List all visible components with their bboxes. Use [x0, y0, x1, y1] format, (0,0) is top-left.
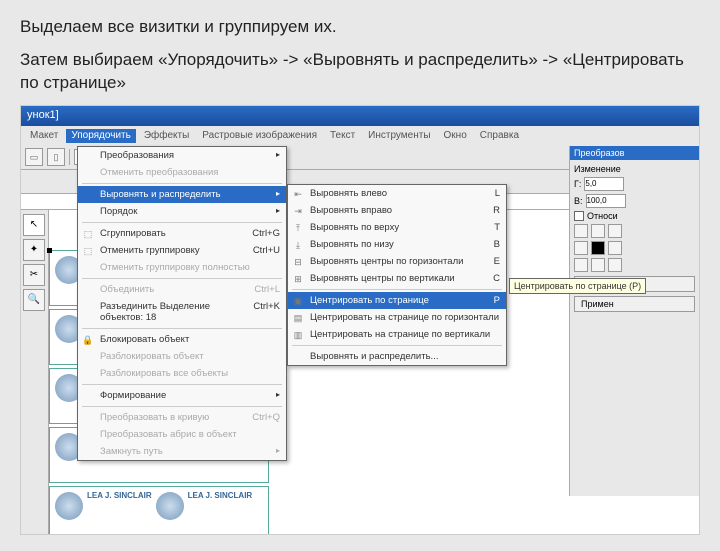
anchor-cell[interactable]: [591, 241, 605, 255]
align-top-icon: ⤒: [291, 222, 305, 236]
anchor-grid[interactable]: [574, 224, 695, 238]
menu-text[interactable]: Текст: [325, 129, 360, 143]
menu-separator: [82, 183, 282, 184]
tb-btn[interactable]: ▯: [47, 148, 65, 166]
menu-separator: [82, 384, 282, 385]
apply-dup-button[interactable]: Примен: [574, 296, 695, 312]
menu-separator: [82, 406, 282, 407]
menu-bitmap[interactable]: Растровые изображения: [197, 129, 322, 143]
mi-center-page-v[interactable]: ▥Центрировать на странице по вертикали: [288, 326, 506, 343]
checkbox-relative[interactable]: [574, 211, 584, 221]
menu-separator: [82, 222, 282, 223]
mi-align-center-v[interactable]: ⊞Выровнять центры по вертикалиC: [288, 270, 506, 287]
mi-align-left[interactable]: ⇤Выровнять влевоL: [288, 185, 506, 202]
menu-help[interactable]: Справка: [475, 129, 524, 143]
anchor-cell[interactable]: [591, 224, 605, 238]
card-logo: [156, 492, 184, 520]
mi-unlock: Разблокировать объект: [78, 348, 286, 365]
tb-btn[interactable]: ▭: [25, 148, 43, 166]
center-page-h-icon: ▤: [291, 312, 305, 326]
align-submenu[interactable]: ⇤Выровнять влевоL ⇥Выровнять вправоR ⤒Вы…: [287, 184, 507, 366]
menu-arrange[interactable]: Упорядочить: [66, 129, 136, 143]
zoom-tool[interactable]: 🔍: [23, 289, 45, 311]
center-page-v-icon: ▥: [291, 329, 305, 343]
label-relative: Относи: [587, 211, 618, 221]
label-v: В:: [574, 196, 583, 206]
arrange-menu[interactable]: Преобразования▸ Отменить преобразования …: [77, 146, 287, 461]
instruction-line2: Затем выбираем «Упорядочить» -> «Выровня…: [20, 49, 700, 95]
lock-icon: 🔒: [81, 334, 95, 348]
mi-combine: ОбъединитьCtrl+L: [78, 281, 286, 298]
title-bar: унок1]: [21, 106, 699, 126]
menu-separator: [82, 278, 282, 279]
business-card[interactable]: LEA J. SINCLAIR LEA J. SINCLAIR: [49, 486, 269, 535]
anchor-cell[interactable]: [608, 241, 622, 255]
align-right-icon: ⇥: [291, 205, 305, 219]
input-v[interactable]: [586, 194, 626, 208]
menu-bar[interactable]: Макет Упорядочить Эффекты Растровые изоб…: [21, 126, 699, 146]
mi-align-distribute[interactable]: Выровнять и распределить▸: [78, 186, 286, 203]
anchor-cell[interactable]: [591, 258, 605, 272]
card-name: LEA J. SINCLAIR: [87, 491, 152, 500]
label-h: Г:: [574, 179, 581, 189]
docker-row: Изменение: [574, 164, 695, 174]
align-bottom-icon: ⤓: [291, 239, 305, 253]
tooltip: Центрировать по странице (P): [509, 278, 646, 294]
align-left-icon: ⇤: [291, 188, 305, 202]
shape-tool[interactable]: ✦: [23, 239, 45, 261]
mi-ungroup[interactable]: ⬚Отменить группировкуCtrl+U: [78, 242, 286, 259]
toolbox: ↖ ✦ ✂ 🔍: [21, 210, 49, 535]
menu-separator: [82, 328, 282, 329]
mi-center-page[interactable]: ▣Центрировать по страницеP: [288, 292, 506, 309]
mi-transforms[interactable]: Преобразования▸: [78, 147, 286, 164]
anchor-cell[interactable]: [574, 258, 588, 272]
anchor-cell[interactable]: [608, 224, 622, 238]
docker-header: Преобразов: [570, 146, 699, 160]
mi-group[interactable]: ⬚СгруппироватьCtrl+G: [78, 225, 286, 242]
center-page-icon: ▣: [291, 295, 305, 309]
mi-close-path: Замкнуть путь▸: [78, 443, 286, 460]
mi-ungroup-all: Отменить группировку полностью: [78, 259, 286, 276]
mi-align-dialog[interactable]: Выровнять и распределить...: [288, 348, 506, 365]
mi-lock[interactable]: 🔒Блокировать объект: [78, 331, 286, 348]
anchor-cell[interactable]: [608, 258, 622, 272]
ungroup-icon: ⬚: [81, 245, 95, 259]
menu-window[interactable]: Окно: [439, 129, 472, 143]
mi-align-right[interactable]: ⇥Выровнять вправоR: [288, 202, 506, 219]
menu-layout[interactable]: Макет: [25, 129, 63, 143]
mi-align-top[interactable]: ⤒Выровнять по верхуT: [288, 219, 506, 236]
group-icon: ⬚: [81, 228, 95, 242]
card-name: LEA J. SINCLAIR: [188, 491, 253, 500]
app-window: унок1] Макет Упорядочить Эффекты Растров…: [20, 105, 700, 535]
menu-tools[interactable]: Инструменты: [363, 129, 435, 143]
anchor-cell[interactable]: [574, 241, 588, 255]
mi-center-page-h[interactable]: ▤Центрировать на странице по горизонтали: [288, 309, 506, 326]
mi-break-apart[interactable]: Разъединить Выделение объектов: 18Ctrl+K: [78, 298, 286, 326]
mi-clear-transforms: Отменить преобразования: [78, 164, 286, 181]
mi-align-center-h[interactable]: ⊟Выровнять центры по горизонталиE: [288, 253, 506, 270]
menu-separator: [292, 345, 502, 346]
card-logo: [55, 492, 83, 520]
menu-effects[interactable]: Эффекты: [139, 129, 194, 143]
transform-docker[interactable]: Преобразов Изменение Г: В: Относи Приме …: [569, 146, 699, 496]
center-h-icon: ⊟: [291, 256, 305, 270]
mi-unlock-all: Разблокировать все объекты: [78, 365, 286, 382]
mi-shaping[interactable]: Формирование▸: [78, 387, 286, 404]
mi-order[interactable]: Порядок▸: [78, 203, 286, 220]
input-h[interactable]: [584, 177, 624, 191]
mi-align-bottom[interactable]: ⤓Выровнять по низуB: [288, 236, 506, 253]
anchor-cell[interactable]: [574, 224, 588, 238]
docker-label: Изменение: [574, 164, 621, 174]
crop-tool[interactable]: ✂: [23, 264, 45, 286]
selection-handle[interactable]: [47, 248, 52, 253]
mi-outline-object: Преобразовать абрис в объект: [78, 426, 286, 443]
instruction-line1: Выделаем все визитки и группируем их.: [20, 16, 700, 39]
mi-convert-curve: Преобразовать в кривуюCtrl+Q: [78, 409, 286, 426]
pick-tool[interactable]: ↖: [23, 214, 45, 236]
menu-separator: [292, 289, 502, 290]
separator: [69, 149, 70, 165]
center-v-icon: ⊞: [291, 273, 305, 287]
